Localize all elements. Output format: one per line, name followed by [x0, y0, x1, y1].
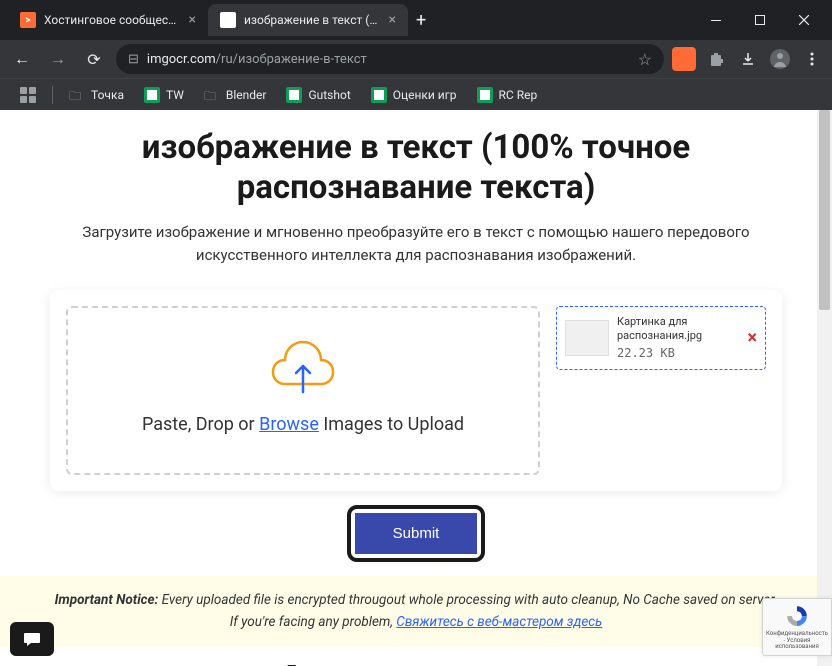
tab-close-icon[interactable]: ×	[389, 12, 396, 28]
file-thumbnail	[565, 320, 609, 356]
file-info: Картинка для распознания.jpg 22.23 KB	[617, 315, 757, 361]
window-controls	[696, 5, 824, 35]
sheet-icon	[286, 87, 302, 103]
bookmark-item[interactable]: 🗀Blender	[196, 83, 275, 107]
bookmark-item[interactable]: RC Rep	[469, 83, 546, 107]
sheet-icon	[477, 87, 493, 103]
bookmark-item[interactable]: 🗀Точка	[61, 83, 132, 107]
site-info-icon[interactable]: ⊟	[128, 52, 139, 67]
tab-inactive[interactable]: Хостинговое сообщество «Tim ×	[8, 4, 208, 36]
bookmarks-bar: 🗀Точка TW 🗀Blender Gutshot Оценки игр RC…	[0, 78, 832, 110]
dropzone[interactable]: Paste, Drop or Browse Images to Upload	[66, 306, 540, 475]
folder-icon: 🗀	[204, 87, 220, 103]
titlebar: Хостинговое сообщество «Tim × изображени…	[0, 0, 832, 40]
notice-label: Important Notice:	[55, 592, 159, 608]
upload-card: Paste, Drop or Browse Images to Upload К…	[50, 290, 782, 491]
tab-active[interactable]: изображение в текст (100% то ×	[208, 4, 408, 36]
tab-close-icon[interactable]: ×	[189, 12, 196, 28]
favicon-icon	[220, 12, 236, 28]
bookmark-item[interactable]: Gutshot	[278, 83, 358, 107]
addressbar: ← → ⟳ ⊟ imgocr.com/ru/изображение-в-текс…	[0, 40, 832, 78]
maximize-button[interactable]	[740, 5, 780, 35]
content: изображение в текст (100% точное распозн…	[0, 110, 832, 666]
separator	[52, 86, 53, 104]
forward-button[interactable]: →	[44, 45, 72, 73]
downloads-icon[interactable]	[736, 47, 760, 71]
profile-icon[interactable]	[768, 47, 792, 71]
scrollbar-thumb[interactable]	[819, 110, 830, 310]
apps-button[interactable]	[12, 83, 44, 107]
bookmark-item[interactable]: Оценки игр	[363, 83, 465, 107]
versions-heading: Доступные языковые версии	[0, 661, 832, 666]
url-box[interactable]: ⊟ imgocr.com/ru/изображение-в-текст ☆	[116, 44, 664, 74]
sheet-icon	[371, 87, 387, 103]
page: изображение в текст (100% точное распозн…	[0, 110, 832, 562]
scrollbar[interactable]	[817, 110, 832, 666]
sheet-icon	[144, 87, 160, 103]
bookmark-item[interactable]: TW	[136, 83, 192, 107]
file-item: Картинка для распознания.jpg 22.23 KB ×	[556, 306, 766, 370]
reload-button[interactable]: ⟳	[80, 45, 108, 73]
chat-button[interactable]	[10, 622, 54, 656]
recaptcha-badge[interactable]: Конфиденциальность - Условия использован…	[762, 598, 832, 656]
browse-link[interactable]: Browse	[259, 414, 319, 435]
tab-title: изображение в текст (100% то	[244, 13, 381, 27]
extension-icon[interactable]	[672, 47, 696, 71]
file-panel: Картинка для распознания.jpg 22.23 KB ×	[556, 306, 766, 475]
url-text: imgocr.com/ru/изображение-в-текст	[147, 52, 630, 67]
drop-text: Paste, Drop or Browse Images to Upload	[142, 414, 464, 435]
recaptcha-text: Конфиденциальность - Условия использован…	[766, 631, 828, 651]
file-size: 22.23 KB	[617, 346, 757, 362]
new-tab-button[interactable]: +	[408, 10, 434, 31]
menu-icon[interactable]	[800, 47, 824, 71]
remove-file-icon[interactable]: ×	[747, 328, 757, 349]
notice-banner: Important Notice: Every uploaded file is…	[0, 576, 832, 647]
tabs: Хостинговое сообщество «Tim × изображени…	[8, 0, 696, 40]
notice-text: Every uploaded file is encrypted througo…	[158, 592, 777, 608]
page-title: изображение в текст (100% точное распозн…	[48, 128, 784, 207]
page-subtitle: Загрузите изображение и мгновенно преобр…	[48, 221, 784, 266]
folder-icon: 🗀	[69, 87, 85, 103]
contact-link[interactable]: Свяжитесь с веб-мастером здесь	[396, 614, 602, 630]
close-button[interactable]	[784, 5, 824, 35]
bookmark-star-icon[interactable]: ☆	[638, 50, 652, 69]
file-name: Картинка для распознания.jpg	[617, 315, 757, 344]
favicon-icon	[20, 12, 36, 28]
submit-highlight: Submit	[347, 505, 486, 562]
back-button[interactable]: ←	[8, 45, 36, 73]
cloud-upload-icon	[267, 336, 339, 396]
recaptcha-icon	[783, 603, 811, 629]
extensions-menu-icon[interactable]	[704, 47, 728, 71]
submit-wrap: Submit	[48, 505, 784, 562]
notice-line2: If you're facing any problem,	[230, 614, 397, 630]
tab-title: Хостинговое сообщество «Tim	[44, 13, 181, 27]
minimize-button[interactable]	[696, 5, 736, 35]
submit-button[interactable]: Submit	[355, 513, 478, 554]
